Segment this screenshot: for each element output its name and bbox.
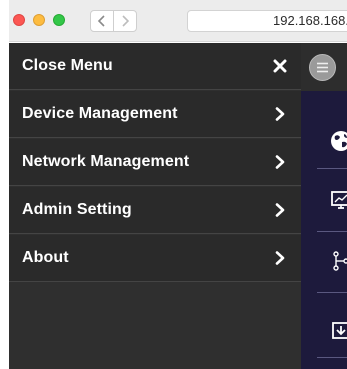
hamburger-menu-button[interactable] [309, 54, 336, 81]
zoom-window-button[interactable] [53, 14, 65, 26]
side-menu: Close Menu Device Management Network Man… [9, 43, 301, 369]
nav-divider [317, 231, 347, 232]
close-window-button[interactable] [13, 14, 25, 26]
forward-button[interactable] [113, 10, 137, 32]
monitor-icon[interactable] [327, 186, 347, 214]
chevron-right-icon [273, 203, 287, 217]
close-icon [273, 59, 287, 73]
hamburger-icon [317, 62, 328, 73]
close-menu-item[interactable]: Close Menu [9, 43, 301, 90]
menu-item-network-management[interactable]: Network Management [9, 139, 301, 186]
nav-divider [317, 357, 347, 358]
close-menu-label: Close Menu [22, 57, 113, 74]
menu-item-label: Network Management [22, 153, 190, 170]
menu-item-label: Admin Setting [22, 201, 132, 218]
globe-icon[interactable] [327, 127, 347, 155]
chevron-right-icon [122, 15, 130, 27]
chevron-left-icon [97, 15, 105, 27]
back-button[interactable] [90, 10, 114, 32]
menu-item-about[interactable]: About [9, 235, 301, 282]
download-icon[interactable] [327, 315, 347, 343]
menu-item-label: About [22, 249, 69, 266]
nav-divider [317, 292, 347, 293]
menu-item-admin-setting[interactable]: Admin Setting [9, 187, 301, 234]
menu-item-device-management[interactable]: Device Management [9, 91, 301, 138]
nav-divider [317, 168, 347, 169]
browser-toolbar: 192.168.168. [9, 0, 347, 42]
network-icon[interactable] [327, 247, 347, 275]
chevron-right-icon [273, 155, 287, 169]
browser-window: 192.168.168. Close Menu Device Managemen… [9, 0, 347, 369]
address-bar-url: 192.168.168. [273, 13, 347, 28]
chevron-right-icon [273, 107, 287, 121]
minimize-window-button[interactable] [33, 14, 45, 26]
chevron-right-icon [273, 251, 287, 265]
menu-item-label: Device Management [22, 105, 178, 122]
